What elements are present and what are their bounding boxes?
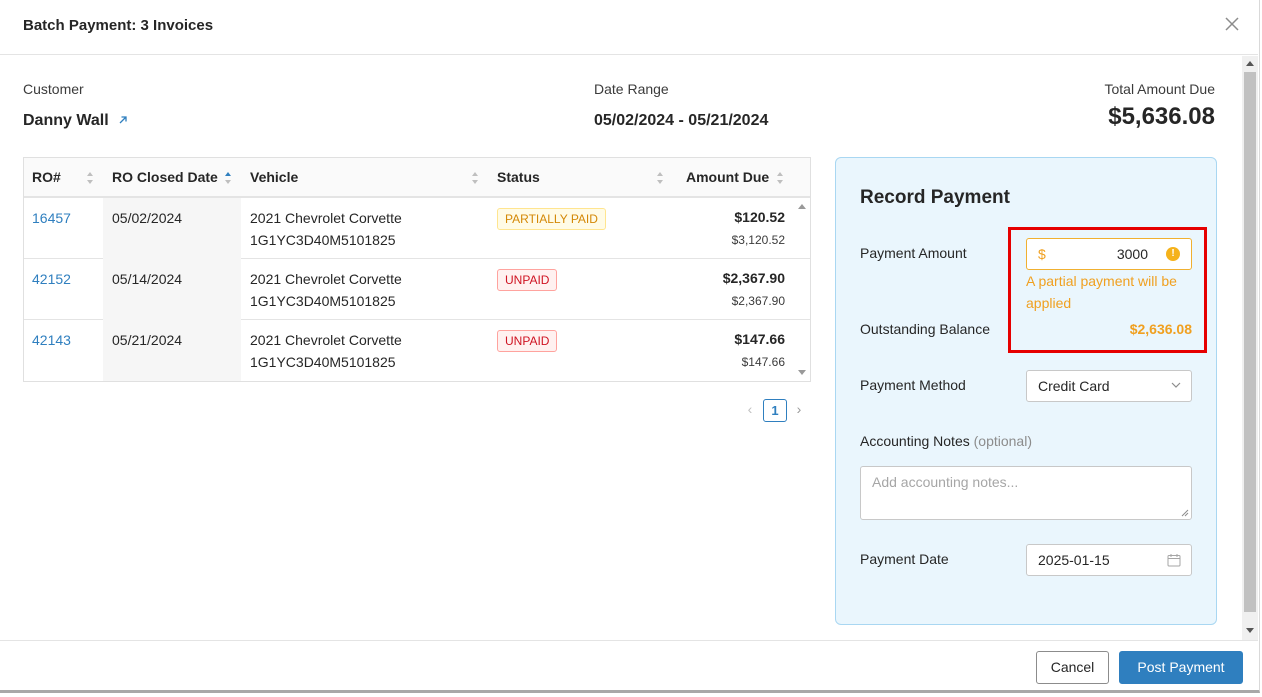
next-page-icon[interactable]: ›: [790, 401, 808, 421]
table-row[interactable]: 42152 05/14/2024 2021 Chevrolet Corvette…: [24, 259, 810, 320]
sort-icon[interactable]: [471, 170, 479, 186]
accounting-notes-textarea[interactable]: Add accounting notes...: [860, 466, 1192, 520]
payment-amount-label: Payment Amount: [860, 245, 967, 261]
modal-scrollbar[interactable]: [1242, 56, 1258, 640]
sort-icon[interactable]: [776, 170, 784, 186]
payment-method-select[interactable]: Credit Card: [1026, 370, 1192, 402]
modal-header: Batch Payment: 3 Invoices: [0, 0, 1258, 55]
table-row[interactable]: 16457 05/02/2024 2021 Chevrolet Corvette…: [24, 198, 810, 259]
scroll-down-icon[interactable]: [1246, 628, 1254, 633]
modal-title: Batch Payment: 3 Invoices: [23, 17, 214, 34]
scrollbar-thumb[interactable]: [1244, 72, 1256, 612]
customer-name: Danny Wall: [23, 112, 109, 129]
amount-total: $147.66: [741, 355, 785, 369]
vehicle-name: 2021 Chevrolet Corvette: [250, 332, 402, 348]
ro-closed-date: 05/14/2024: [112, 271, 183, 287]
table-row[interactable]: 42143 05/21/2024 2021 Chevrolet Corvette…: [24, 320, 810, 381]
amount-total: $3,120.52: [731, 233, 785, 247]
page-button-current[interactable]: 1: [763, 399, 787, 422]
external-link-icon: [119, 116, 127, 124]
accounting-notes-label: Accounting Notes (optional): [860, 433, 1032, 449]
column-header-status[interactable]: Status: [497, 169, 540, 185]
cancel-button[interactable]: Cancel: [1036, 651, 1109, 684]
outstanding-balance-label: Outstanding Balance: [860, 321, 990, 337]
customer-label: Customer: [23, 81, 84, 97]
ro-closed-date: 05/21/2024: [112, 332, 183, 348]
amount-due: $120.52: [734, 209, 785, 225]
table-header: RO# RO Closed Date Vehicle Status Amount…: [24, 158, 810, 198]
date-range-label: Date Range: [594, 81, 669, 97]
scroll-down-icon[interactable]: [798, 370, 806, 375]
payment-method-label: Payment Method: [860, 377, 966, 393]
column-header-amount-due[interactable]: Amount Due: [686, 169, 769, 185]
amount-due: $147.66: [734, 331, 785, 347]
table-scrollbar[interactable]: [794, 198, 810, 381]
vehicle-vin: 1G1YC3D40M5101825: [250, 354, 396, 370]
payment-date-label: Payment Date: [860, 551, 949, 567]
ro-closed-date: 05/02/2024: [112, 210, 183, 226]
status-badge-unpaid: UNPAID: [497, 269, 558, 291]
scroll-up-icon[interactable]: [1246, 61, 1254, 66]
total-amount-label: Total Amount Due: [1104, 81, 1215, 97]
close-icon[interactable]: [1222, 14, 1242, 34]
table-body: 16457 05/02/2024 2021 Chevrolet Corvette…: [24, 198, 810, 381]
vehicle-name: 2021 Chevrolet Corvette: [250, 271, 402, 287]
batch-payment-modal: Batch Payment: 3 Invoices Customer Danny…: [0, 0, 1260, 693]
record-payment-title: Record Payment: [860, 187, 1010, 208]
accounting-notes-label-text: Accounting Notes: [860, 433, 970, 449]
payment-date-picker[interactable]: 2025-01-15: [1026, 544, 1192, 576]
column-header-vehicle[interactable]: Vehicle: [250, 169, 298, 185]
column-header-ro[interactable]: RO#: [32, 169, 61, 185]
payment-date-value: 2025-01-15: [1038, 552, 1110, 568]
sorted-column-shade: [103, 259, 241, 320]
customer-link[interactable]: Danny Wall: [23, 112, 129, 130]
highlight-box: [1008, 227, 1207, 353]
modal-footer: Cancel Post Payment: [0, 640, 1258, 693]
vehicle-name: 2021 Chevrolet Corvette: [250, 210, 402, 226]
invoices-table: RO# RO Closed Date Vehicle Status Amount…: [23, 157, 811, 382]
column-header-ro-closed-date[interactable]: RO Closed Date: [112, 169, 218, 185]
sort-ascending-icon[interactable]: [224, 170, 232, 186]
sort-icon[interactable]: [86, 170, 94, 186]
status-badge-partially-paid: PARTIALLY PAID: [497, 208, 606, 230]
accounting-notes-placeholder: Add accounting notes...: [872, 474, 1019, 490]
date-range-value: 05/02/2024 - 05/21/2024: [594, 112, 769, 129]
payment-method-value: Credit Card: [1038, 378, 1110, 394]
vehicle-vin: 1G1YC3D40M5101825: [250, 232, 396, 248]
total-amount-value: $5,636.08: [1108, 103, 1215, 130]
optional-hint: (optional): [973, 433, 1032, 449]
post-payment-button[interactable]: Post Payment: [1119, 651, 1243, 684]
amount-total: $2,367.90: [731, 294, 785, 308]
ro-link[interactable]: 42143: [32, 332, 71, 348]
calendar-icon: [1167, 554, 1181, 567]
status-badge-unpaid: UNPAID: [497, 330, 558, 352]
vehicle-vin: 1G1YC3D40M5101825: [250, 293, 396, 309]
ro-link[interactable]: 42152: [32, 271, 71, 287]
amount-due: $2,367.90: [722, 270, 785, 286]
scroll-up-icon[interactable]: [798, 204, 806, 209]
sorted-column-shade: [103, 198, 241, 259]
resize-grip-icon[interactable]: [1181, 509, 1189, 517]
chevron-down-icon: [1171, 382, 1181, 388]
ro-link[interactable]: 16457: [32, 210, 71, 226]
prev-page-icon[interactable]: ‹: [741, 401, 759, 421]
sorted-column-shade: [103, 320, 241, 381]
sort-icon[interactable]: [656, 170, 664, 186]
